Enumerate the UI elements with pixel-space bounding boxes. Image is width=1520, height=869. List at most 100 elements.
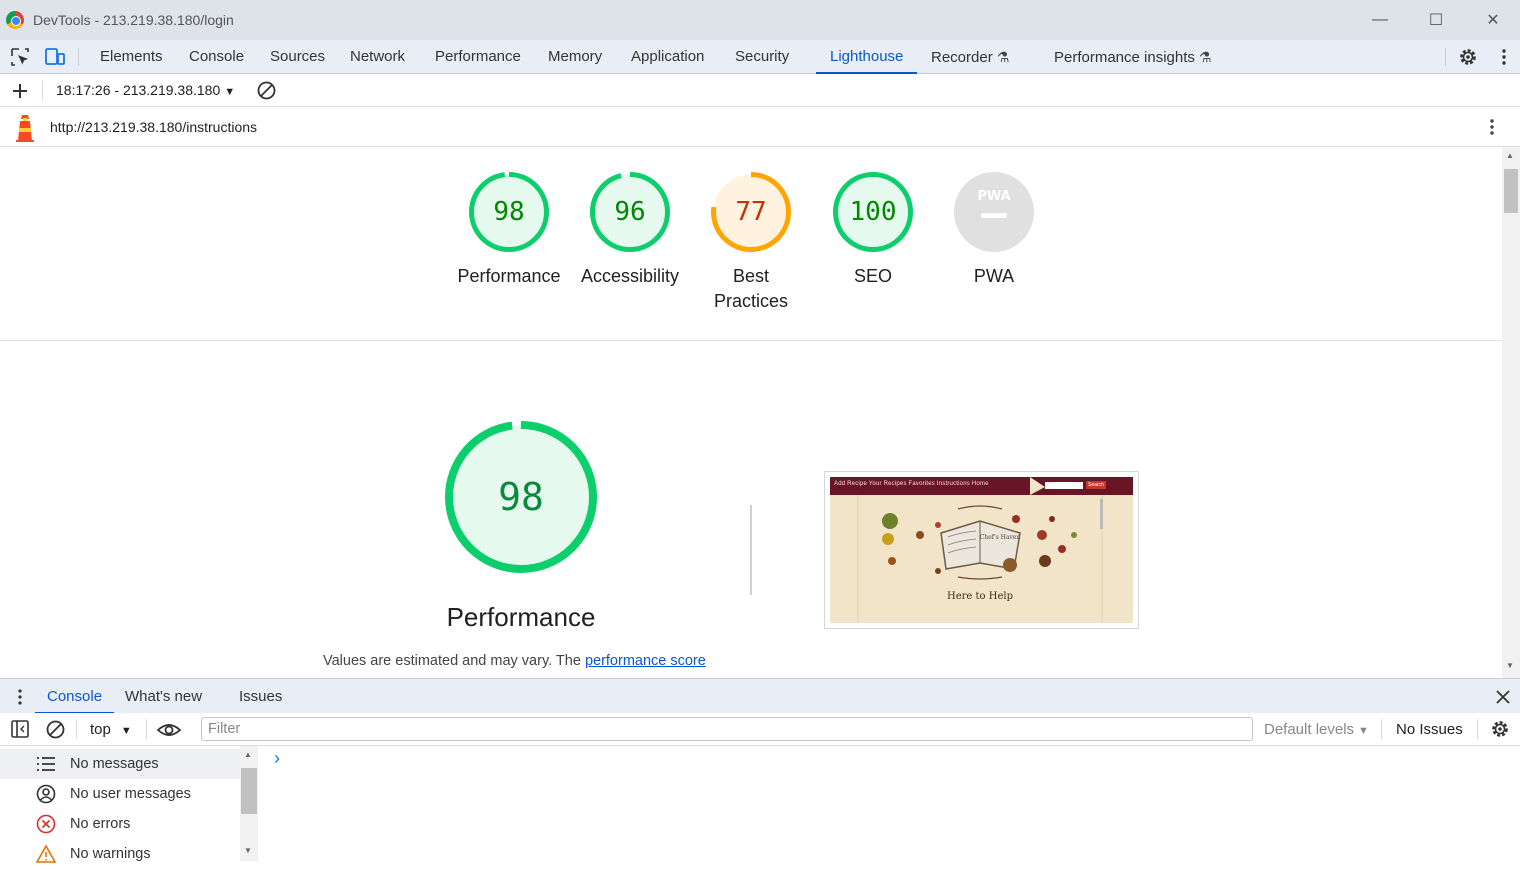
performance-gauge: 98 [445,421,597,573]
toolbar-divider [42,81,43,101]
screenshot-illustration: Chef's Haven Here to Help [857,477,1103,623]
toolbar-divider [76,719,77,739]
drawer-tab-console[interactable]: Console [34,679,115,714]
console-prompt-icon[interactable]: › [274,748,280,769]
score-label: Performance [457,266,561,286]
error-icon [36,814,56,834]
toolbar-divider [1477,719,1478,739]
close-window-button[interactable]: ✕ [1481,8,1505,32]
lighthouse-logo-icon [16,115,34,142]
performance-score-link[interactable]: performance score [585,653,706,669]
score-gauge-performance[interactable]: 98 [469,172,549,252]
pwa-badge-icon: PWA [954,172,1034,252]
tab-sources[interactable]: Sources [270,40,325,74]
score-value: 77 [735,197,767,227]
lighthouse-report: 98 Performance 96 Accessibility 77 Best P… [0,147,1502,678]
score-gauge-best-practices[interactable]: 77 [711,172,791,252]
toolbar-divider [146,719,147,739]
svg-text:Chef's Haven: Chef's Haven [980,534,1021,541]
clear-console-icon[interactable] [45,719,66,740]
scroll-up-arrow-icon[interactable]: ▲ [1506,151,1514,160]
tab-memory[interactable]: Memory [548,40,602,74]
console-settings-gear-icon[interactable] [1490,719,1510,739]
tab-security[interactable]: Security [735,40,789,74]
live-expression-eye-icon[interactable] [156,720,182,740]
sidebar-toggle-icon[interactable] [10,719,30,739]
user-icon [36,784,56,804]
scroll-down-arrow-icon[interactable]: ▼ [244,846,252,855]
experiment-flask-icon: ⚗ [1198,49,1212,65]
screenshot-thumbnail: Add Recipe Your Recipes Favorites Instru… [830,477,1133,623]
drawer-tab-whats-new[interactable]: What's new [125,679,202,714]
sidebar-item-user-messages[interactable]: No user messages [0,779,240,809]
inspect-element-icon[interactable] [9,46,31,68]
svg-text:PWA: PWA [977,189,1010,204]
tab-recorder[interactable]: Recorder ⚗ [931,40,1009,74]
section-vertical-divider [750,505,752,595]
warning-icon [36,844,56,863]
experiment-flask-icon: ⚗ [996,49,1010,65]
console-sidebar: No messages No user messages No errors N… [0,746,258,863]
sidebar-item-messages[interactable]: No messages [0,749,240,779]
section-divider [0,340,1502,341]
score-label: Best Practices [713,266,789,311]
score-gauge-seo[interactable]: 100 [833,172,913,252]
tab-console[interactable]: Console [189,40,244,74]
tab-application[interactable]: Application [631,40,704,74]
list-icon [37,757,55,771]
new-report-plus-icon[interactable] [10,81,30,101]
window-title: DevTools - 213.219.38.180/login [33,12,234,28]
svg-text:Here to Help: Here to Help [947,591,1013,602]
chrome-logo-icon [6,11,24,29]
lighthouse-toolbar: 18:17:26 - 213.219.38.180 ▼ [0,74,1520,107]
tab-network[interactable]: Network [350,40,405,74]
scrollbar-thumb[interactable] [1504,169,1518,213]
scroll-down-arrow-icon[interactable]: ▼ [1506,661,1514,670]
title-bar: DevTools - 213.219.38.180/login — ☐ ✕ [0,0,1520,40]
performance-title: Performance [446,602,596,632]
clear-reports-icon[interactable] [256,80,277,101]
tab-elements[interactable]: Elements [100,40,163,74]
score-gauge-accessibility[interactable]: 96 [590,172,670,252]
sidebar-item-warnings[interactable]: No warnings [0,839,240,869]
sidebar-scrollbar[interactable]: ▲ ▼ [240,746,258,861]
drawer-menu-icon[interactable] [10,687,30,707]
estimate-note: Values are estimated and may vary. The p… [323,653,706,669]
score-gauge-pwa[interactable]: PWA [954,172,1034,252]
more-options-icon[interactable] [1494,47,1514,67]
final-screenshot[interactable]: Add Recipe Your Recipes Favorites Instru… [824,471,1139,629]
report-scrollbar[interactable]: ▲ ▼ [1502,147,1520,678]
report-url[interactable]: http://213.219.38.180/instructions [50,119,257,135]
score-value: 100 [849,197,897,227]
close-drawer-icon[interactable] [1494,688,1512,706]
scroll-up-arrow-icon[interactable]: ▲ [244,750,252,759]
sidebar-item-errors[interactable]: No errors [0,809,240,839]
console-toolbar: top ▼ Filter Default levels ▼ No Issues [0,713,1520,746]
score-label: SEO [853,266,892,286]
report-url-bar: http://213.219.38.180/instructions [0,107,1520,147]
tab-lighthouse[interactable]: Lighthouse [815,40,918,74]
log-levels-dropdown[interactable]: Default levels ▼ [1264,721,1369,738]
devtools-tab-bar: Elements Console Sources Network Perform… [0,40,1520,74]
toolbar-divider [78,48,79,66]
score-label: Accessibility [580,266,680,286]
settings-gear-icon[interactable] [1458,47,1478,67]
issues-counter[interactable]: No Issues [1396,721,1463,738]
maximize-button[interactable]: ☐ [1424,8,1448,32]
minimize-button[interactable]: — [1368,8,1392,32]
report-selector[interactable]: 18:17:26 - 213.219.38.180 ▼ [56,82,235,98]
score-value: 98 [493,197,525,227]
tab-performance[interactable]: Performance [435,40,521,74]
drawer-tab-issues[interactable]: Issues [239,679,282,714]
dropdown-arrow-icon: ▼ [120,725,132,737]
dropdown-arrow-icon: ▼ [224,86,236,98]
toolbar-divider [1381,719,1382,739]
scrollbar-thumb[interactable] [241,768,257,814]
score-label: PWA [973,266,1015,286]
device-toolbar-icon[interactable] [44,46,66,68]
performance-score: 98 [498,475,544,519]
console-filter-input[interactable]: Filter [201,717,1253,741]
tab-performance-insights[interactable]: Performance insights ⚗ [1054,40,1211,74]
report-menu-icon[interactable] [1482,117,1502,137]
context-selector[interactable]: top ▼ [90,721,132,738]
